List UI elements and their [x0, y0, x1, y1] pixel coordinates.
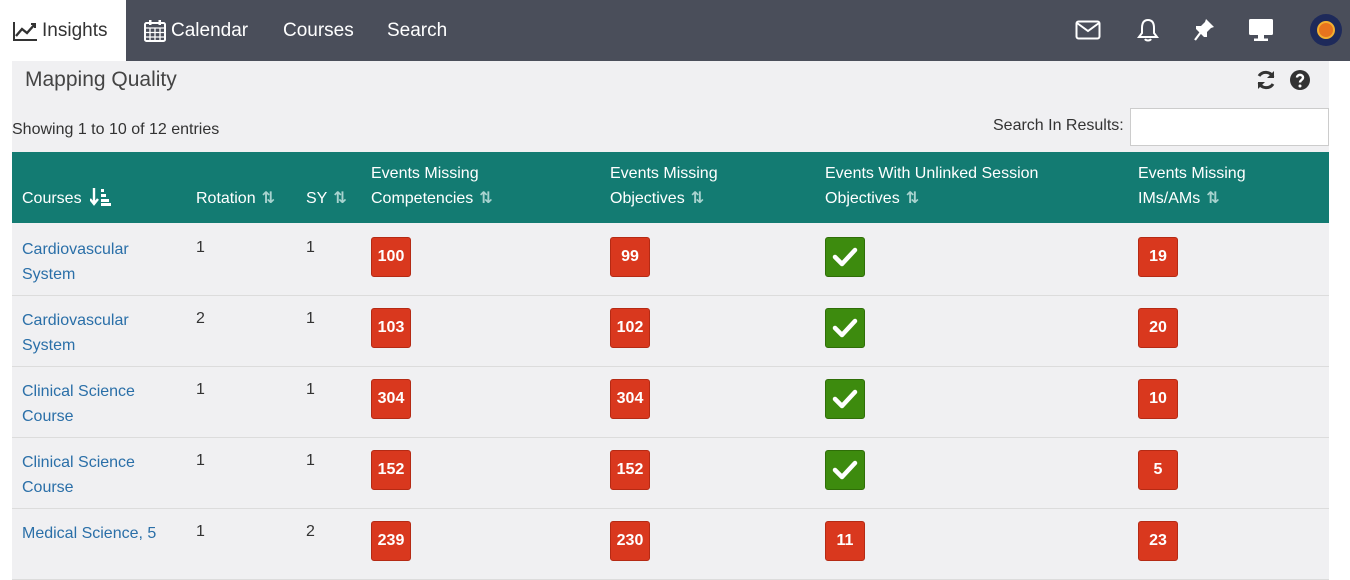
display-button[interactable]	[1243, 12, 1279, 48]
missing-ims-badge[interactable]: 10	[1138, 379, 1178, 419]
check-icon	[832, 460, 858, 480]
line-chart-icon	[13, 21, 37, 41]
bell-icon	[1137, 18, 1159, 42]
sy-value: 1	[306, 310, 315, 327]
th-missing-ims-line1: Events Missing	[1138, 165, 1246, 182]
search-label: Search In Results:	[993, 117, 1124, 134]
refresh-icon[interactable]	[1255, 69, 1277, 91]
sy-value: 1	[306, 381, 315, 398]
envelope-icon	[1075, 20, 1101, 40]
missing-ims-badge[interactable]: 23	[1138, 521, 1178, 561]
table-row: Clinical Science Course 1 1 304 304 10	[12, 367, 1329, 438]
missing-competencies-badge[interactable]: 304	[371, 379, 411, 419]
calendar-icon	[144, 19, 166, 42]
rotation-value: 1	[196, 523, 205, 540]
missing-objectives-badge[interactable]: 230	[610, 521, 650, 561]
th-missing-ims-line2: IMs/AMs	[1138, 190, 1201, 207]
sort-icon: ⇅	[333, 190, 347, 207]
th-unlinked-line1: Events With Unlinked Session	[825, 165, 1039, 182]
th-rotation-label: Rotation	[196, 190, 256, 207]
table-row: Cardiovascular System 1 1 100 99 19	[12, 225, 1329, 296]
missing-competencies-badge[interactable]: 100	[371, 237, 411, 277]
missing-ims-badge[interactable]: 5	[1138, 450, 1178, 490]
sort-icon: ⇅	[1206, 190, 1220, 207]
course-link[interactable]: Cardiovascular System	[22, 237, 172, 287]
entries-info: Showing 1 to 10 of 12 entries	[12, 121, 220, 138]
table-header: Courses Rotation ⇅ SY ⇅ Events Missing Com…	[12, 152, 1329, 223]
unlinked-check-badge[interactable]	[825, 379, 865, 419]
help-icon[interactable]	[1289, 69, 1311, 91]
th-sy[interactable]: SY ⇅	[306, 186, 347, 211]
th-missing-objectives[interactable]: Events Missing Objectives ⇅	[610, 161, 718, 211]
pin-button[interactable]	[1186, 12, 1222, 48]
sy-value: 1	[306, 452, 315, 469]
nav-insights-label: Insights	[42, 19, 108, 41]
sort-icon: ⇅	[479, 190, 493, 207]
missing-objectives-badge[interactable]: 152	[610, 450, 650, 490]
institution-logo[interactable]	[1310, 14, 1342, 46]
missing-competencies-badge[interactable]: 103	[371, 308, 411, 348]
table-row: Medical Science, 5 1 2 239 230 11 23	[12, 509, 1329, 580]
search-input[interactable]	[1130, 108, 1329, 146]
th-rotation[interactable]: Rotation ⇅	[196, 186, 275, 211]
missing-competencies-badge[interactable]: 239	[371, 521, 411, 561]
missing-ims-badge[interactable]: 19	[1138, 237, 1178, 277]
nav-insights[interactable]: Insights	[0, 0, 126, 61]
sy-value: 1	[306, 239, 315, 256]
nav-courses[interactable]: Courses	[283, 0, 354, 61]
unlinked-check-badge[interactable]	[825, 308, 865, 348]
panel-title: Mapping Quality	[25, 68, 177, 91]
rotation-value: 2	[196, 310, 205, 327]
unlinked-check-badge[interactable]	[825, 450, 865, 490]
top-nav: Insights Calendar Courses Search	[0, 0, 1350, 61]
course-link[interactable]: Medical Science, 5	[22, 521, 172, 546]
missing-ims-badge[interactable]: 20	[1138, 308, 1178, 348]
missing-objectives-badge[interactable]: 99	[610, 237, 650, 277]
course-link[interactable]: Clinical Science Course	[22, 450, 172, 500]
sort-icon: ⇅	[690, 190, 705, 207]
sort-alpha-asc-icon	[88, 188, 111, 206]
panel-tools	[1255, 69, 1311, 91]
th-missing-obj-line2: Objectives	[610, 190, 685, 207]
notifications-button[interactable]	[1130, 12, 1166, 48]
th-missing-ims[interactable]: Events Missing IMs/AMs ⇅	[1138, 161, 1246, 211]
unlinked-objectives-badge[interactable]: 11	[825, 521, 865, 561]
check-icon	[832, 318, 858, 338]
nav-calendar[interactable]: Calendar	[143, 0, 248, 61]
table-row: Clinical Science Course 1 1 152 152 5	[12, 438, 1329, 509]
mail-button[interactable]	[1070, 12, 1106, 48]
nav-search[interactable]: Search	[387, 0, 447, 61]
logo-emblem-icon	[1317, 21, 1335, 39]
th-unlinked-line2: Objectives	[825, 190, 900, 207]
pin-icon	[1194, 19, 1214, 41]
rotation-value: 1	[196, 381, 205, 398]
th-missing-comp-line1: Events Missing	[371, 165, 479, 182]
rotation-value: 1	[196, 452, 205, 469]
missing-objectives-badge[interactable]: 304	[610, 379, 650, 419]
th-courses[interactable]: Courses	[22, 186, 112, 211]
th-unlinked-objectives[interactable]: Events With Unlinked Session Objectives ⇅	[825, 161, 1038, 211]
monitor-icon	[1249, 19, 1273, 41]
sy-value: 2	[306, 523, 315, 540]
th-missing-comp-line2: Competencies	[371, 190, 474, 207]
table-row: Cardiovascular System 2 1 103 102 20	[12, 296, 1329, 367]
missing-competencies-badge[interactable]: 152	[371, 450, 411, 490]
th-missing-obj-line1: Events Missing	[610, 165, 718, 182]
th-sy-label: SY	[306, 190, 328, 207]
nav-search-label: Search	[387, 19, 448, 41]
check-icon	[832, 389, 858, 409]
nav-courses-label: Courses	[283, 19, 354, 41]
check-icon	[832, 247, 858, 267]
unlinked-check-badge[interactable]	[825, 237, 865, 277]
rotation-value: 1	[196, 239, 205, 256]
course-link[interactable]: Clinical Science Course	[22, 379, 172, 429]
th-missing-competencies[interactable]: Events Missing Competencies ⇅	[371, 161, 493, 211]
missing-objectives-badge[interactable]: 102	[610, 308, 650, 348]
th-courses-label: Courses	[22, 190, 82, 207]
sort-icon: ⇅	[261, 190, 275, 207]
course-link[interactable]: Cardiovascular System	[22, 308, 172, 358]
nav-calendar-label: Calendar	[171, 19, 249, 41]
sort-icon: ⇅	[905, 190, 920, 207]
